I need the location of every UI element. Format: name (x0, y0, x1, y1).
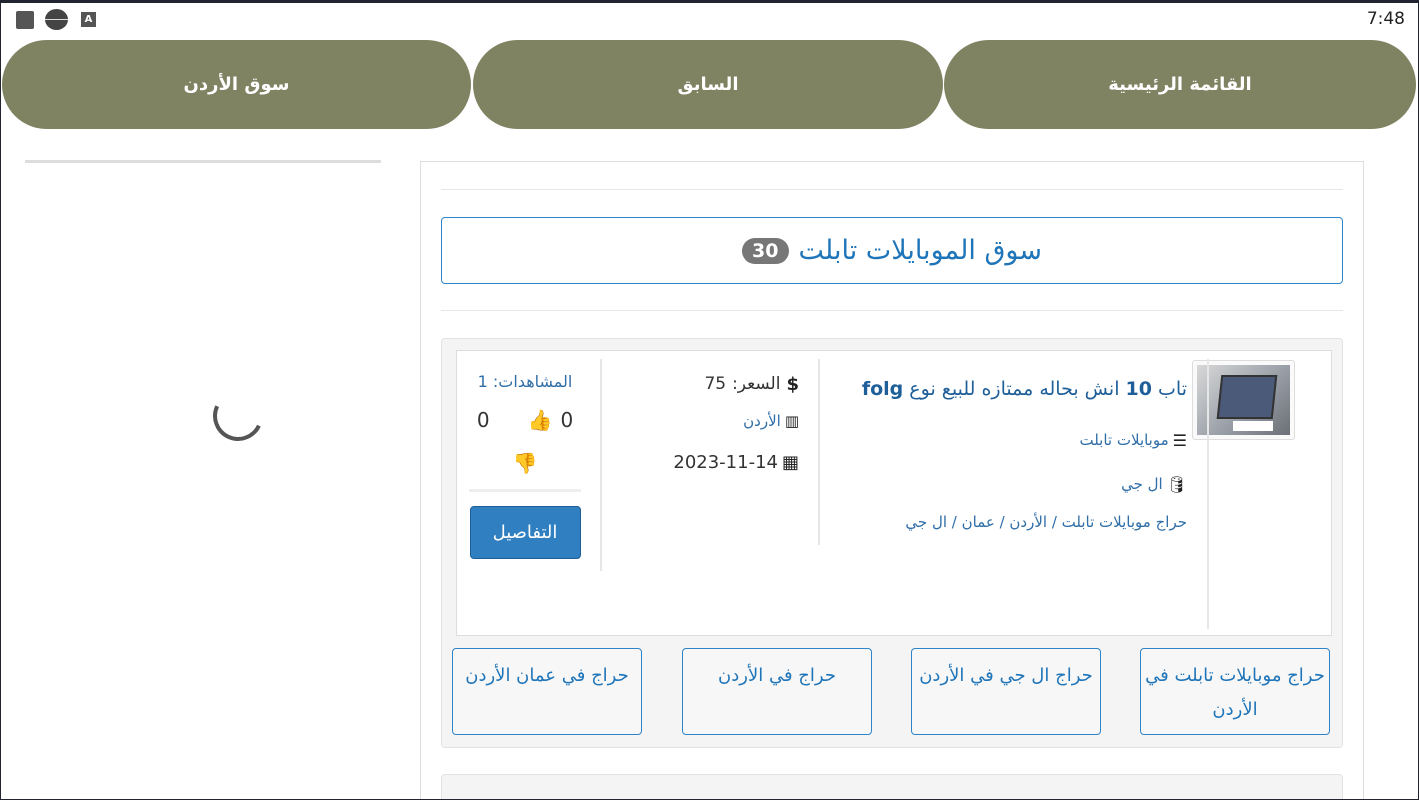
loading-spinner-icon (205, 383, 271, 449)
brand-row[interactable]: 🛢 ال جي (857, 467, 1187, 501)
section-header[interactable]: سوق الموبايلات تابلت 30 (441, 217, 1343, 284)
location-link[interactable]: الأردن (743, 412, 781, 430)
calendar-icon: ▦ (781, 451, 799, 473)
nav-home-button[interactable]: القائمة الرئيسية (944, 40, 1416, 129)
category-row[interactable]: ☰ موبايلات تابلت (857, 423, 1187, 457)
listing-date: 2023-11-14 (673, 451, 778, 473)
status-time: 7:48 (1366, 9, 1405, 29)
column-divider (600, 359, 602, 571)
dollar-icon: $ (786, 373, 799, 395)
related-tags: حراج موبايلات تابلت في الأردن حراج ال جي… (452, 648, 1332, 736)
brand-link[interactable]: ال جي (1121, 475, 1163, 493)
thumbs-down-icon[interactable]: 👎 (469, 443, 581, 483)
listing-body: تاب 10 انش بحاله ممتازه للبيع نوع folg ☰… (456, 350, 1332, 636)
divider (469, 489, 581, 492)
listing-card: تاب 10 انش بحاله ممتازه للبيع نوع folg ☰… (441, 338, 1343, 748)
database-icon: 🛢 (1166, 474, 1187, 494)
views-label: المشاهدات: (492, 372, 573, 391)
status-bar: A 7:48 (0, 0, 1419, 36)
font-a-icon: A (81, 12, 96, 27)
breadcrumb[interactable]: حراج موبايلات تابلت / الأردن / عمان / ال… (857, 507, 1187, 538)
divider (441, 310, 1343, 311)
views-count: المشاهدات: 1 (469, 367, 581, 397)
tag-lg-jordan[interactable]: حراج ال جي في الأردن (911, 648, 1101, 735)
date-row: ▦ 2023-11-14 (617, 441, 799, 483)
listing-info: تاب 10 انش بحاله ممتازه للبيع نوع folg ☰… (857, 373, 1187, 538)
location-row[interactable]: ▥ الأردن (617, 401, 799, 441)
price-row: $ السعر: 75 (617, 367, 799, 401)
list-icon: ☰ (1172, 430, 1187, 450)
count-badge: 30 (742, 237, 789, 264)
tag-jordan[interactable]: حراج في الأردن (682, 648, 872, 735)
notification-icon (16, 11, 34, 29)
details-button[interactable]: التفاصيل (469, 506, 581, 559)
title-rest: انش بحاله ممتازه للبيع نوع (909, 378, 1120, 400)
app-circle-icon (45, 9, 68, 30)
listing-title[interactable]: تاب 10 انش بحاله ممتازه للبيع نوع folg (857, 373, 1187, 405)
price-value: 75 (704, 374, 727, 394)
listing-stats: المشاهدات: 1 0 👍 0 👎 التفاصيل (469, 367, 581, 559)
title-number: 10 (1125, 378, 1152, 400)
tag-tablets-jordan[interactable]: حراج موبايلات تابلت في الأردن (1140, 648, 1330, 735)
column-divider (818, 359, 820, 545)
nav-previous-button[interactable]: السابق (473, 40, 943, 129)
dislikes-count: 0 (476, 408, 490, 432)
price-label: السعر: (732, 374, 781, 394)
nav-market-button[interactable]: سوق الأردن (2, 40, 471, 129)
category-link[interactable]: موبايلات تابلت (1079, 431, 1168, 449)
tablet-image (1197, 365, 1290, 435)
likes-count: 0 (560, 408, 574, 432)
tag-amman-jordan[interactable]: حراج في عمان الأردن (452, 648, 642, 735)
column-divider (1207, 359, 1209, 629)
section-title: سوق الموبايلات تابلت (798, 235, 1042, 266)
left-divider (25, 160, 381, 163)
listing-card-next (441, 774, 1343, 800)
listing-price-info: $ السعر: 75 ▥ الأردن ▦ 2023-11-14 (617, 367, 799, 483)
map-icon: ▥ (784, 412, 799, 430)
thumbs-up-icon[interactable]: 👍 (528, 408, 553, 432)
views-value: 1 (477, 372, 488, 391)
listings-panel: سوق الموبايلات تابلت 30 تاب 10 انش بحاله… (420, 161, 1364, 800)
title-prefix: تاب (1158, 378, 1187, 400)
title-brand: folg (861, 378, 904, 400)
divider (441, 189, 1343, 190)
votes-row: 0 👍 0 (469, 397, 581, 443)
